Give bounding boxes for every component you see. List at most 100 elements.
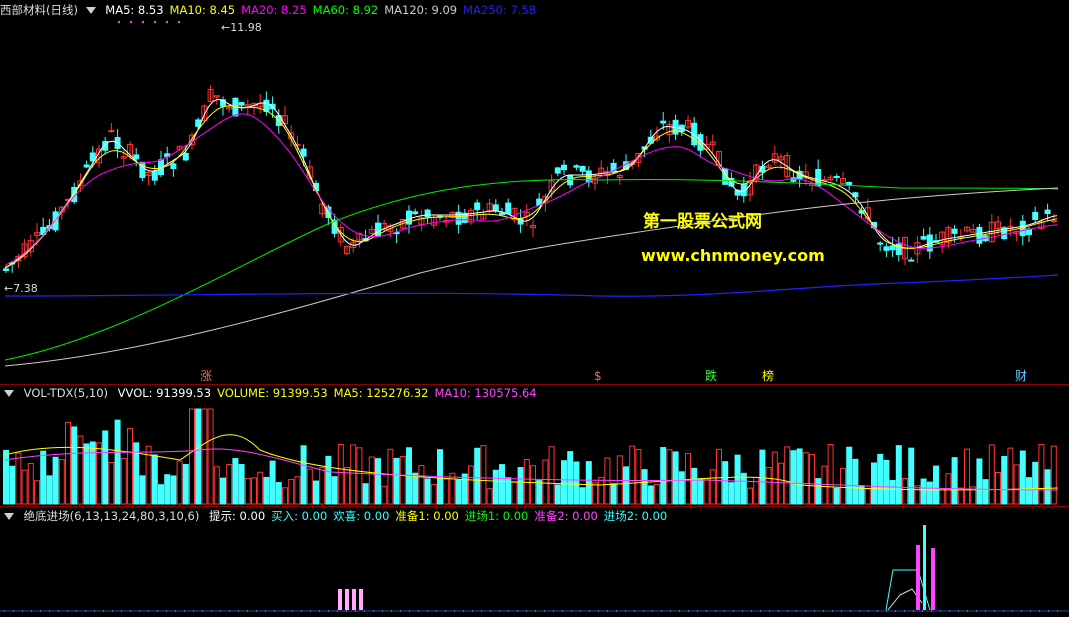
volume-bar: [889, 480, 896, 505]
candle: [709, 134, 716, 154]
volume-bar: [275, 482, 282, 505]
candle: [840, 171, 846, 186]
event-marker-cai[interactable]: 财: [1015, 369, 1027, 383]
volume-bar: [21, 469, 28, 505]
candle: [455, 204, 462, 234]
volume-bar: [1038, 443, 1045, 505]
panel-divider: [0, 506, 1069, 507]
signal-dot: [142, 21, 144, 23]
volume-bar: [387, 448, 394, 505]
volume-bar: [257, 471, 264, 505]
indicator-title: 绝底进场(6,13,13,24,80,3,10,6): [23, 509, 200, 523]
volume-bar: [27, 463, 34, 505]
volume-bar: [220, 477, 226, 505]
candle: [759, 160, 766, 180]
candle: [697, 132, 704, 158]
dropdown-icon[interactable]: [85, 7, 96, 14]
volume-bar: [443, 478, 450, 505]
volume-bar: [424, 478, 431, 505]
volume-bar: [1007, 447, 1014, 505]
volume-bar: [399, 455, 406, 505]
event-marker-die[interactable]: 跌: [705, 369, 717, 383]
candle: [424, 208, 431, 224]
candle: [3, 267, 9, 273]
ma-value-3: MA60: 8.92: [312, 3, 379, 17]
volume-bar: [784, 446, 791, 505]
signal-bar: [359, 589, 363, 610]
event-marker-dollar[interactable]: $: [594, 369, 602, 383]
event-marker-zhang[interactable]: 涨: [200, 369, 212, 383]
volume-bar: [914, 485, 921, 505]
volume-bar: [294, 476, 301, 505]
volume-bar: [170, 475, 177, 505]
indicator-chart[interactable]: [0, 523, 1069, 617]
candle: [573, 164, 580, 171]
candle: [102, 136, 109, 155]
volume-bar: [740, 472, 747, 505]
volume-bar: [796, 448, 803, 505]
signal-bar: [931, 548, 935, 610]
volume-bar: [201, 408, 208, 505]
volume-bar: [815, 478, 822, 505]
candle: [895, 236, 902, 262]
volume-title: VOL-TDX(5,10): [23, 386, 109, 400]
volume-bar: [238, 464, 245, 505]
candle: [554, 166, 561, 177]
volume-bar: [517, 467, 524, 505]
volume-bar: [573, 461, 580, 505]
candle: [592, 174, 598, 191]
volume-chart[interactable]: [0, 400, 1069, 506]
volume-bar: [40, 450, 47, 505]
indicator-value-1: 买入: 0.00: [271, 509, 328, 523]
volume-bar: [920, 478, 927, 505]
volume-bar: [139, 475, 146, 505]
candle: [83, 160, 90, 168]
candle: [170, 161, 177, 177]
volume-bar: [430, 483, 437, 505]
volume-bar: [486, 488, 493, 505]
volume-bar: [492, 469, 499, 505]
volume-bar: [623, 466, 629, 505]
volume-bar: [833, 487, 840, 505]
dropdown-icon[interactable]: [4, 513, 14, 520]
candle: [902, 236, 908, 266]
volume-bar: [474, 447, 481, 505]
volume-bar: [902, 477, 908, 505]
stock-title: 西部材料(日线): [0, 3, 78, 17]
volume-bar: [722, 461, 729, 505]
candle: [914, 236, 921, 264]
volume-bar: [300, 445, 307, 505]
candlestick-chart[interactable]: ←11.98 ←7.38 第一股票公式网 www.chnmoney.com: [0, 18, 1069, 385]
candle: [437, 215, 443, 221]
candle: [833, 173, 840, 182]
ma-value-2: MA20: 8.25: [241, 3, 307, 17]
volume-bar: [641, 469, 648, 505]
volume-bar: [530, 465, 536, 505]
volume-bar: [282, 487, 288, 505]
ma20-line: [4, 113, 1058, 266]
volume-bar: [71, 426, 78, 505]
candle: [802, 163, 809, 186]
signal-dot: [178, 21, 180, 23]
candle: [523, 204, 530, 227]
candle: [579, 165, 586, 176]
event-marker-bang[interactable]: 榜: [762, 369, 774, 383]
volume-bar: [585, 461, 592, 505]
dropdown-icon[interactable]: [4, 390, 14, 397]
volume-bar: [778, 462, 784, 505]
volume-bar: [381, 485, 388, 505]
volume-bar: [957, 487, 964, 505]
volume-bar: [759, 449, 766, 505]
candle: [877, 241, 884, 252]
signal-bar: [923, 525, 926, 610]
candle: [678, 124, 685, 136]
candle: [691, 117, 698, 148]
candle: [505, 198, 512, 215]
volume-bar: [468, 465, 474, 505]
watermark-title: 第一股票公式网: [643, 211, 762, 232]
ma-legend: MA5: 8.53 MA10: 8.45 MA20: 8.25 MA60: 8.92 M…: [105, 3, 542, 17]
volume-bar: [883, 459, 890, 505]
volume-bar: [213, 466, 220, 505]
volume-legend: VVOL: 91399.53 VOLUME: 91399.53 MA5: 12527…: [118, 386, 543, 400]
signal-bar: [352, 589, 356, 610]
